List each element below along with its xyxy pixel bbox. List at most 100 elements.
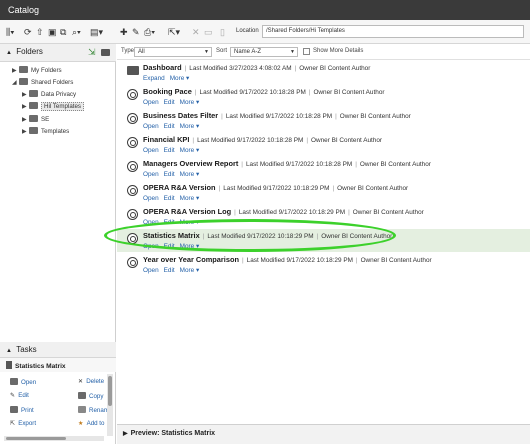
tree-item-my-folders[interactable]: ▶ My Folders: [12, 65, 62, 77]
collapse-icon[interactable]: ◢: [12, 77, 19, 89]
tree-item-hil-templates[interactable]: ▶ Hil Templates: [22, 101, 85, 113]
tree-item-data-privacy[interactable]: ▶ Data Privacy: [22, 89, 76, 101]
edit-link[interactable]: Edit: [164, 171, 175, 178]
show-more-details-checkbox[interactable]: [303, 48, 310, 55]
task-edit[interactable]: ✎ Edit: [10, 392, 29, 399]
catalog-item-managers-overview-report[interactable]: Managers Overview Report | Last Modified 9…: [117, 157, 530, 180]
location-field[interactable]: /Shared Folders/Hi Templates: [262, 25, 524, 38]
catalog-item-booking-pace[interactable]: Booking Pace | Last Modified 9/17/2022 10:…: [117, 85, 530, 108]
item-name[interactable]: Year over Year Comparison: [143, 255, 239, 264]
tasks-horizontal-scrollbar[interactable]: [4, 436, 104, 441]
item-name[interactable]: Managers Overview Report: [143, 159, 238, 168]
more-link[interactable]: More ▾: [180, 99, 200, 106]
export-icon[interactable]: ⇱▾: [168, 26, 180, 38]
edit-icon[interactable]: ✎: [132, 26, 140, 38]
properties-icon[interactable]: ▯: [220, 26, 225, 38]
tree-item-templates[interactable]: ▶ Templates: [22, 126, 69, 138]
item-name[interactable]: Booking Pace: [143, 87, 192, 96]
type-value: All: [138, 49, 145, 55]
catalog-item-business-dates-filter[interactable]: Business Dates Filter | Last Modified 9/17…: [117, 109, 530, 132]
tasks-panel: ▲ Tasks Statistics Matrix Open ✕ Delete ✎…: [0, 342, 116, 444]
view-icon[interactable]: ▤▾: [90, 26, 103, 38]
expand-icon[interactable]: ▶: [22, 114, 29, 126]
open-link[interactable]: Open: [143, 147, 159, 154]
sort-select[interactable]: Name A-Z ▼: [230, 47, 298, 57]
item-name[interactable]: Business Dates Filter: [143, 111, 218, 120]
folders-header[interactable]: ▲ Folders ⇲: [0, 44, 116, 62]
item-name[interactable]: Statistics Matrix: [143, 231, 200, 240]
new-folder-icon[interactable]: ▣: [48, 26, 57, 38]
open-link[interactable]: Open: [143, 219, 159, 226]
item-name[interactable]: OPERA R&A Version: [143, 183, 216, 192]
edit-link[interactable]: Edit: [164, 99, 175, 106]
task-print[interactable]: Print: [10, 406, 34, 414]
catalog-item-opera-ra-version[interactable]: OPERA R&A Version | Last Modified 9/17/202…: [117, 181, 530, 204]
tasks-vertical-scrollbar[interactable]: [107, 374, 113, 436]
expand-icon[interactable]: ▶: [12, 65, 19, 77]
tree-label: Shared Folders: [31, 79, 74, 86]
scroll-thumb[interactable]: [108, 376, 112, 406]
task-rename[interactable]: Renam: [78, 406, 109, 414]
edit-link[interactable]: Edit: [164, 123, 175, 130]
item-owner: Owner BI Content Author: [352, 209, 424, 216]
more-link[interactable]: More ▾: [180, 267, 200, 274]
refresh-icon[interactable]: ⟳: [24, 26, 32, 38]
filter-bar: Type All ▼ Sort Name A-Z ▼ Show More Detai…: [117, 44, 530, 60]
tree-label: SE: [41, 116, 50, 123]
more-link[interactable]: More ▾: [180, 219, 200, 226]
tree-item-shared-folders[interactable]: ◢ Shared Folders: [12, 77, 73, 89]
new-folder-icon[interactable]: ⇲: [88, 47, 96, 58]
type-select[interactable]: All ▼: [134, 47, 212, 57]
more-link[interactable]: More ▾: [180, 171, 200, 178]
open-link[interactable]: Open: [143, 99, 159, 106]
catalog-item-opera-ra-version-log[interactable]: OPERA R&A Version Log | Last Modified 9/17…: [117, 205, 530, 228]
tree-item-se[interactable]: ▶ SE: [22, 114, 49, 126]
item-name[interactable]: Dashboard: [143, 63, 182, 72]
catalog-item-financial-kpi[interactable]: Financial KPI | Last Modified 9/17/2022 10…: [117, 133, 530, 156]
collapse-icon[interactable]: ▲: [6, 348, 12, 354]
collapse-icon[interactable]: ▲: [6, 50, 12, 56]
item-name[interactable]: OPERA R&A Version Log: [143, 207, 231, 216]
open-link[interactable]: Open: [143, 123, 159, 130]
more-link[interactable]: More ▾: [180, 195, 200, 202]
task-open[interactable]: Open: [10, 378, 36, 386]
tasks-header[interactable]: ▲ Tasks: [0, 342, 116, 358]
print-icon[interactable]: ⎙▾: [144, 26, 155, 38]
folder-add-icon[interactable]: [101, 49, 110, 56]
more-link[interactable]: More ▾: [180, 147, 200, 154]
paste-icon[interactable]: ▭: [204, 26, 213, 38]
more-link[interactable]: More ▾: [180, 243, 200, 250]
more-link[interactable]: More ▾: [170, 75, 190, 82]
copy-icon[interactable]: ⧉: [60, 26, 66, 38]
open-link[interactable]: Open: [143, 267, 159, 274]
edit-link[interactable]: Edit: [164, 243, 175, 250]
delete-icon[interactable]: ✕: [192, 26, 200, 38]
expand-icon[interactable]: ▶: [22, 89, 29, 101]
catalog-item-dashboard[interactable]: Dashboard | Last Modified 3/27/2023 4:08:0…: [117, 61, 530, 84]
edit-link[interactable]: Edit: [164, 267, 175, 274]
open-link[interactable]: Open: [143, 243, 159, 250]
catalog-item-statistics-matrix[interactable]: Statistics Matrix | Last Modified 9/17/202…: [117, 229, 530, 252]
task-export[interactable]: ⇱ Export: [10, 420, 36, 427]
search-icon[interactable]: ⌕▾: [72, 26, 81, 38]
open-link[interactable]: Open: [143, 171, 159, 178]
catalog-item-year-over-year-comparison[interactable]: Year over Year Comparison | Last Modified …: [117, 253, 530, 276]
edit-link[interactable]: Edit: [164, 219, 175, 226]
expand-link[interactable]: Expand: [143, 75, 165, 82]
open-link[interactable]: Open: [143, 195, 159, 202]
up-folder-icon[interactable]: ⇧: [36, 26, 44, 38]
edit-link[interactable]: Edit: [164, 147, 175, 154]
expand-icon[interactable]: ▶: [123, 431, 128, 437]
expand-icon[interactable]: ▶: [22, 126, 29, 138]
more-link[interactable]: More ▾: [180, 123, 200, 130]
new-item-icon[interactable]: ✚: [120, 26, 128, 38]
task-add-to[interactable]: ★ Add to: [78, 420, 104, 427]
item-name[interactable]: Financial KPI: [143, 135, 189, 144]
scroll-thumb[interactable]: [6, 437, 66, 440]
expand-icon[interactable]: ▶: [22, 101, 29, 113]
task-copy[interactable]: Copy: [78, 392, 103, 400]
edit-link[interactable]: Edit: [164, 195, 175, 202]
preview-bar[interactable]: ▶ Preview: Statistics Matrix: [117, 424, 530, 444]
sort-icon[interactable]: ⫼▾: [6, 26, 15, 38]
task-delete[interactable]: ✕ Delete: [78, 378, 104, 385]
